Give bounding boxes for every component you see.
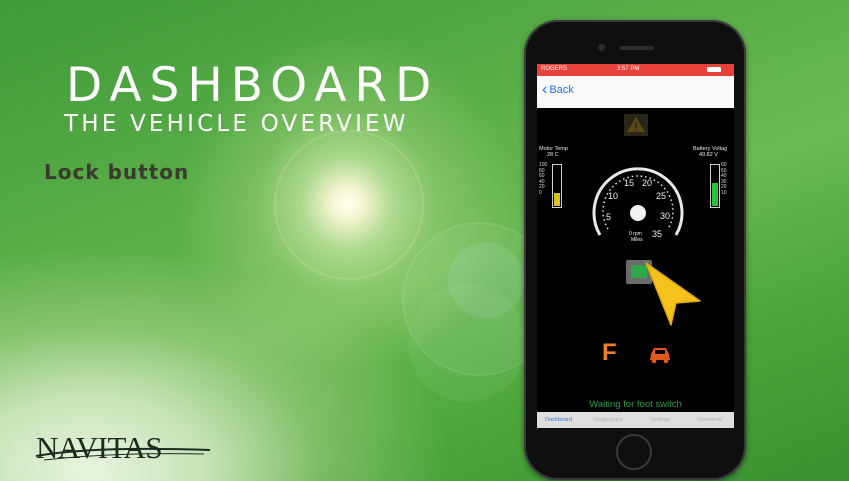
home-button[interactable] xyxy=(616,434,652,470)
motor-temp-scale: 100 80 60 40 20 0 xyxy=(539,162,547,196)
speed-tick-5: 5 xyxy=(606,212,611,222)
speedometer: 5 10 15 20 25 30 35 0 rpm Miles xyxy=(592,167,684,243)
app-screen: ROGERS 3:57 PM ‹ Back Motor Temp 28 C 10… xyxy=(537,64,734,428)
status-message: Waiting for foot switch xyxy=(589,399,682,410)
pointer-cursor-icon xyxy=(645,262,701,326)
status-bar: ROGERS 3:57 PM xyxy=(537,64,734,76)
slide-subtitle: THE VEHICLE OVERVIEW xyxy=(64,111,409,137)
tab-dashboard[interactable]: Dashboard xyxy=(545,417,572,423)
warning-indicator xyxy=(624,114,648,136)
lens-flare-ring xyxy=(408,284,526,402)
speed-tick-15: 15 xyxy=(624,178,634,188)
speed-tick-10: 10 xyxy=(608,191,618,201)
phone-device: ROGERS 3:57 PM ‹ Back Motor Temp 28 C 10… xyxy=(524,20,746,480)
motor-temp-tick: 0 xyxy=(539,189,542,196)
navitas-logo: NAVITAS xyxy=(34,428,214,468)
slide-title: DASHBOARD xyxy=(66,58,440,113)
back-button[interactable]: ‹ Back xyxy=(542,81,574,98)
carrier-label: ROGERS xyxy=(541,66,568,72)
logo-swoosh-icon xyxy=(35,447,211,461)
speed-tick-30: 30 xyxy=(660,211,670,221)
motor-temp-gauge xyxy=(552,164,562,208)
battery-scale: 60 50 40 30 20 10 xyxy=(721,162,727,196)
tab-download[interactable]: Download xyxy=(698,417,722,423)
navigation-bar: ‹ Back xyxy=(537,76,734,108)
speed-tick-20: 20 xyxy=(642,178,652,188)
battery-gauge xyxy=(710,164,720,208)
motor-temp-fill xyxy=(554,193,560,206)
battery-icon xyxy=(707,67,721,72)
tab-settings[interactable]: Settings xyxy=(650,417,670,423)
gear-indicator: F xyxy=(602,339,617,366)
lens-flare-ring xyxy=(274,130,424,280)
battery-tick: 10 xyxy=(721,189,727,196)
phone-speaker xyxy=(620,46,654,50)
motor-temp-value: 28 C xyxy=(547,152,559,158)
chevron-left-icon: ‹ xyxy=(542,81,548,98)
slide-caption: Lock button xyxy=(44,160,190,184)
battery-fill xyxy=(712,182,718,206)
back-label: Back xyxy=(549,84,574,96)
warning-icon xyxy=(627,117,645,132)
car-icon xyxy=(650,348,670,364)
front-camera xyxy=(598,44,605,51)
tab-diagnostics[interactable]: Diagnostics xyxy=(594,417,622,423)
battery-voltage-value: 49.82 V xyxy=(699,152,718,158)
speed-unit: Miles xyxy=(631,237,643,243)
slide-background: DASHBOARD THE VEHICLE OVERVIEW Lock butt… xyxy=(0,0,849,481)
speed-tick-25: 25 xyxy=(656,191,666,201)
clock: 3:57 PM xyxy=(617,66,640,72)
tab-bar: Dashboard Diagnostics Settings Download xyxy=(537,412,734,428)
speed-tick-35: 35 xyxy=(652,229,662,239)
